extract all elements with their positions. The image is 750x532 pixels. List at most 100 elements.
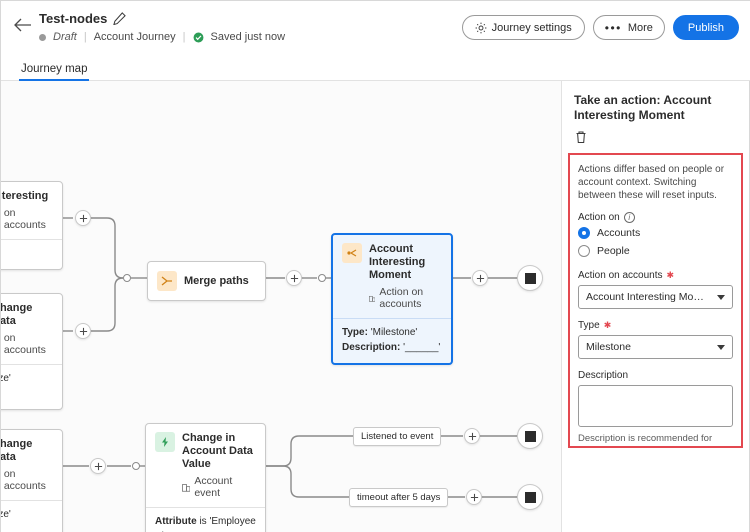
node-prop-description-key: Description: xyxy=(342,342,400,353)
panel-hint: Actions differ based on people or accoun… xyxy=(578,163,733,202)
add-step-button[interactable] xyxy=(286,270,302,286)
node-subtitle-label: on accounts xyxy=(4,332,53,356)
node-text: Change in Account Data Value Account eve… xyxy=(182,432,256,499)
node-card[interactable]: Change Data on accounts oyee Size' ' xyxy=(1,429,63,532)
node-prop-type-key: Type: xyxy=(342,327,368,338)
node-header: Change in Account Data Value Account eve… xyxy=(146,424,265,505)
panel-toolbar xyxy=(562,123,749,153)
stop-square-icon xyxy=(525,431,536,442)
add-step-button[interactable] xyxy=(466,489,482,505)
journey-end-node[interactable] xyxy=(517,484,543,510)
node-card-change-in-account-data-value[interactable]: Change in Account Data Value Account eve… xyxy=(145,423,266,532)
path-label-timeout[interactable]: timeout after 5 days xyxy=(349,488,448,507)
more-label: More xyxy=(628,22,653,34)
add-step-button[interactable] xyxy=(75,210,91,226)
chevron-down-icon xyxy=(717,295,725,300)
document-meta-row: Draft | Account Journey | Saved just now xyxy=(39,31,285,43)
node-card[interactable]: Change Data on accounts oyee Size' ' xyxy=(1,293,63,410)
add-step-button[interactable] xyxy=(472,270,488,286)
branch-junction-dot[interactable] xyxy=(318,274,326,282)
panel-form: Actions differ based on people or accoun… xyxy=(568,153,743,448)
node-card-merge-paths[interactable]: Merge paths xyxy=(147,261,266,301)
bolt-glyph xyxy=(159,436,171,448)
radio-accounts-input[interactable] xyxy=(578,227,590,239)
back-arrow-icon[interactable] xyxy=(13,17,33,37)
building-icon xyxy=(369,294,375,303)
node-card-account-interesting-moment[interactable]: Account Interesting Moment Action on acc… xyxy=(331,233,453,365)
action-on-label: Action on xyxy=(578,212,620,223)
node-text: Change Data on accounts xyxy=(1,438,53,492)
radio-accounts[interactable]: Accounts xyxy=(578,227,733,239)
description-label: Description xyxy=(578,370,628,381)
properties-panel: Take an action: Account Interesting Mome… xyxy=(561,81,749,532)
action-on-accounts-label: Action on accounts xyxy=(578,270,663,281)
app-header: Test-nodes Draft | Account Journey | Sav… xyxy=(1,1,750,56)
ellipsis-icon: ••• xyxy=(605,22,622,34)
back-arrow-glyph xyxy=(14,18,32,32)
more-button[interactable]: ••• More xyxy=(593,15,665,40)
publish-label: Publish xyxy=(688,22,724,34)
add-step-button[interactable] xyxy=(90,458,106,474)
path-label-listened-to-event[interactable]: Listened to event xyxy=(353,427,441,446)
node-properties: Attribute is 'Employee Size' Timeout: ti… xyxy=(146,508,265,532)
add-step-button[interactable] xyxy=(75,323,91,339)
action-glyph xyxy=(346,247,358,259)
node-title: Change Data xyxy=(1,302,53,328)
journey-end-node[interactable] xyxy=(517,265,543,291)
add-step-button[interactable] xyxy=(464,428,480,444)
canvas-connectors xyxy=(1,81,563,532)
trash-icon[interactable] xyxy=(574,130,588,144)
type-select[interactable]: Milestone xyxy=(578,335,733,359)
spacer xyxy=(578,359,733,370)
node-prop-attribute-key: Attribute xyxy=(155,516,197,527)
node-text: Account Interesting Moment Action on acc… xyxy=(369,243,442,310)
check-circle-glyph xyxy=(193,32,204,43)
node-prop-line: oyee Size' xyxy=(1,371,53,386)
pencil-icon[interactable] xyxy=(113,12,127,26)
plus-icon xyxy=(470,493,479,502)
node-prop-type: Type: 'Milestone' xyxy=(342,325,442,340)
header-actions: Journey settings ••• More Publish xyxy=(462,15,739,40)
node-title: Change in Account Data Value xyxy=(182,432,256,471)
node-properties: ' xyxy=(1,240,62,269)
node-header: Merge paths xyxy=(148,262,265,300)
node-subtitle-label: on accounts xyxy=(4,468,53,492)
node-text: Change Data on accounts xyxy=(1,302,53,356)
node-subtitle-label: on accounts xyxy=(4,207,53,231)
tab-journey-map[interactable]: Journey map xyxy=(19,56,89,81)
stop-square-icon xyxy=(525,492,536,503)
required-mark: ✱ xyxy=(667,270,675,281)
node-subtitle: on accounts xyxy=(1,207,53,231)
journey-settings-button[interactable]: Journey settings xyxy=(462,15,585,40)
plus-icon xyxy=(79,214,88,223)
node-prop-attribute: Attribute is 'Employee Size' xyxy=(155,514,256,532)
required-mark: ✱ xyxy=(604,320,612,331)
action-icon xyxy=(342,243,362,263)
journey-end-node[interactable] xyxy=(517,423,543,449)
action-on-accounts-value: Account Interesting Moment xyxy=(586,291,725,303)
node-subtitle: on accounts xyxy=(1,468,53,492)
merge-glyph xyxy=(161,275,173,287)
journey-canvas[interactable]: Interesting on accounts ' xyxy=(1,81,563,532)
info-icon[interactable]: i xyxy=(624,212,635,223)
node-prop-type-value: 'Milestone' xyxy=(371,327,418,338)
trash-glyph xyxy=(574,130,588,144)
radio-people[interactable]: People xyxy=(578,245,733,257)
node-prop-description-value: '______' xyxy=(403,342,440,353)
node-card[interactable]: Interesting on accounts ' xyxy=(1,181,63,270)
node-subtitle: on accounts xyxy=(1,332,53,356)
radio-people-input[interactable] xyxy=(578,245,590,257)
branch-junction-dot[interactable] xyxy=(132,462,140,470)
description-helper-text: Description is recommended for providing… xyxy=(578,433,733,448)
action-on-accounts-select[interactable]: Account Interesting Moment xyxy=(578,285,733,309)
description-textarea[interactable] xyxy=(578,385,733,427)
publish-button[interactable]: Publish xyxy=(673,15,739,40)
gear-icon xyxy=(475,22,487,34)
node-subtitle: Account event xyxy=(182,475,256,499)
node-text: Merge paths xyxy=(184,275,256,288)
branch-junction-dot[interactable] xyxy=(123,274,131,282)
status-dot-icon xyxy=(39,34,46,41)
chevron-down-icon xyxy=(717,345,725,350)
plus-icon xyxy=(290,274,299,283)
type-value: Milestone xyxy=(586,341,645,353)
